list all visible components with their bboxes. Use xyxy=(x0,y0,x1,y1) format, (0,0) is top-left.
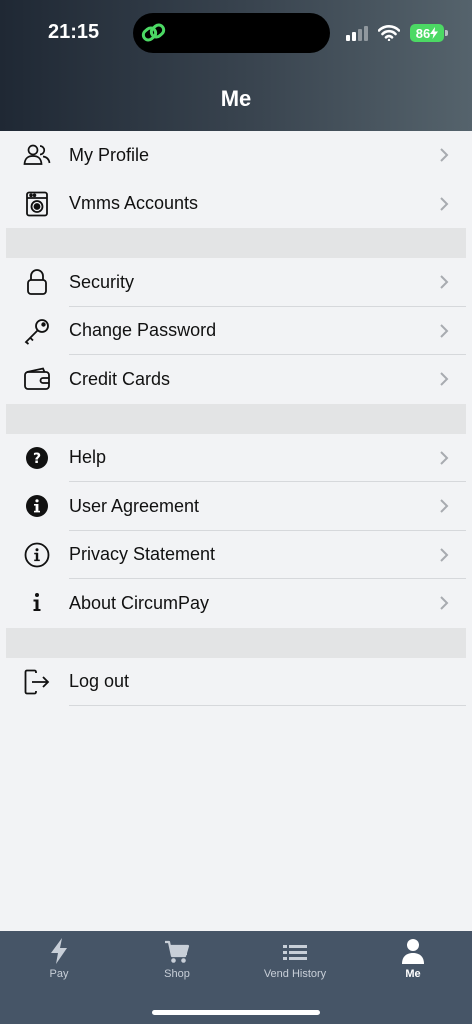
chevron-right-icon xyxy=(440,324,449,338)
svg-text:?: ? xyxy=(33,451,41,467)
chevron-right-icon xyxy=(440,275,449,289)
info-outline-icon xyxy=(22,540,52,570)
battery-indicator: 86 xyxy=(410,24,448,42)
cart-icon xyxy=(165,940,190,963)
chevron-right-icon xyxy=(440,451,449,465)
dynamic-island xyxy=(133,13,330,53)
section-separator xyxy=(6,403,466,434)
menu-item-label: My Profile xyxy=(69,144,150,165)
wallet-icon xyxy=(22,364,52,394)
list-icon xyxy=(283,945,307,960)
section-separator xyxy=(6,228,466,258)
tab-label: Pay xyxy=(49,968,69,980)
person-icon xyxy=(402,939,424,964)
status-indicators: 86 xyxy=(346,22,448,44)
menu-item-label: Vmms Accounts xyxy=(69,193,199,214)
menu-item-label: About CircumPay xyxy=(69,592,210,613)
tab-pay[interactable]: Pay xyxy=(0,937,118,987)
tab-label: Shop xyxy=(164,968,190,980)
status-time: 21:15 xyxy=(48,21,100,43)
chevron-right-icon xyxy=(440,596,449,610)
chevron-right-icon xyxy=(440,148,449,162)
help-icon: ? xyxy=(22,443,52,473)
menu-item-label: Credit Cards xyxy=(69,368,171,389)
menu-item-label: Privacy Statement xyxy=(69,544,216,565)
settings-menu: My Profile Vmms Accounts Security Change… xyxy=(0,131,472,706)
chevron-right-icon xyxy=(440,548,449,562)
users-icon xyxy=(22,140,52,170)
header: 21:15 86 Me xyxy=(0,0,472,131)
menu-item-credit-cards[interactable]: Credit Cards xyxy=(0,355,472,404)
menu-item-label: Log out xyxy=(69,671,130,692)
menu-item-vmms-accounts[interactable]: Vmms Accounts xyxy=(0,180,472,229)
tab-vend-history[interactable]: Vend History xyxy=(236,937,354,987)
wifi-icon xyxy=(378,25,400,41)
battery-level: 86 xyxy=(415,25,431,41)
tab-me[interactable]: Me xyxy=(354,937,472,987)
link-icon xyxy=(141,23,166,42)
chevron-right-icon xyxy=(440,499,449,513)
menu-item-privacy-statement[interactable]: Privacy Statement xyxy=(0,531,472,579)
cellular-signal-icon xyxy=(346,25,368,41)
washing-machine-icon xyxy=(22,189,52,219)
chevron-right-icon xyxy=(440,197,449,211)
lock-icon xyxy=(22,267,52,297)
menu-item-about-circumpay[interactable]: About CircumPay xyxy=(0,579,472,628)
chevron-right-icon xyxy=(440,372,449,386)
tab-label: Vend History xyxy=(263,968,327,980)
menu-item-user-agreement[interactable]: User Agreement xyxy=(0,482,472,531)
info-filled-icon xyxy=(22,491,52,521)
home-indicator xyxy=(152,1010,320,1015)
menu-item-change-password[interactable]: Change Password xyxy=(0,307,472,355)
tab-label: Me xyxy=(405,968,421,980)
menu-item-my-profile[interactable]: My Profile xyxy=(0,131,472,180)
info-icon xyxy=(22,588,52,618)
menu-item-help[interactable]: ? Help xyxy=(0,434,472,482)
section-separator xyxy=(6,627,466,658)
menu-item-label: Help xyxy=(69,447,107,468)
row-divider xyxy=(69,705,466,706)
logout-icon xyxy=(22,667,52,697)
menu-item-label: Change Password xyxy=(69,320,217,341)
page-title: Me xyxy=(220,86,252,111)
key-icon xyxy=(22,316,52,346)
tab-shop[interactable]: Shop xyxy=(118,937,236,987)
menu-item-label: User Agreement xyxy=(69,495,200,516)
menu-item-security[interactable]: Security xyxy=(0,258,472,307)
bolt-icon xyxy=(51,938,67,964)
menu-item-label: Security xyxy=(69,271,135,292)
charging-bolt-icon xyxy=(430,27,439,39)
menu-item-log-out[interactable]: Log out xyxy=(0,658,472,706)
